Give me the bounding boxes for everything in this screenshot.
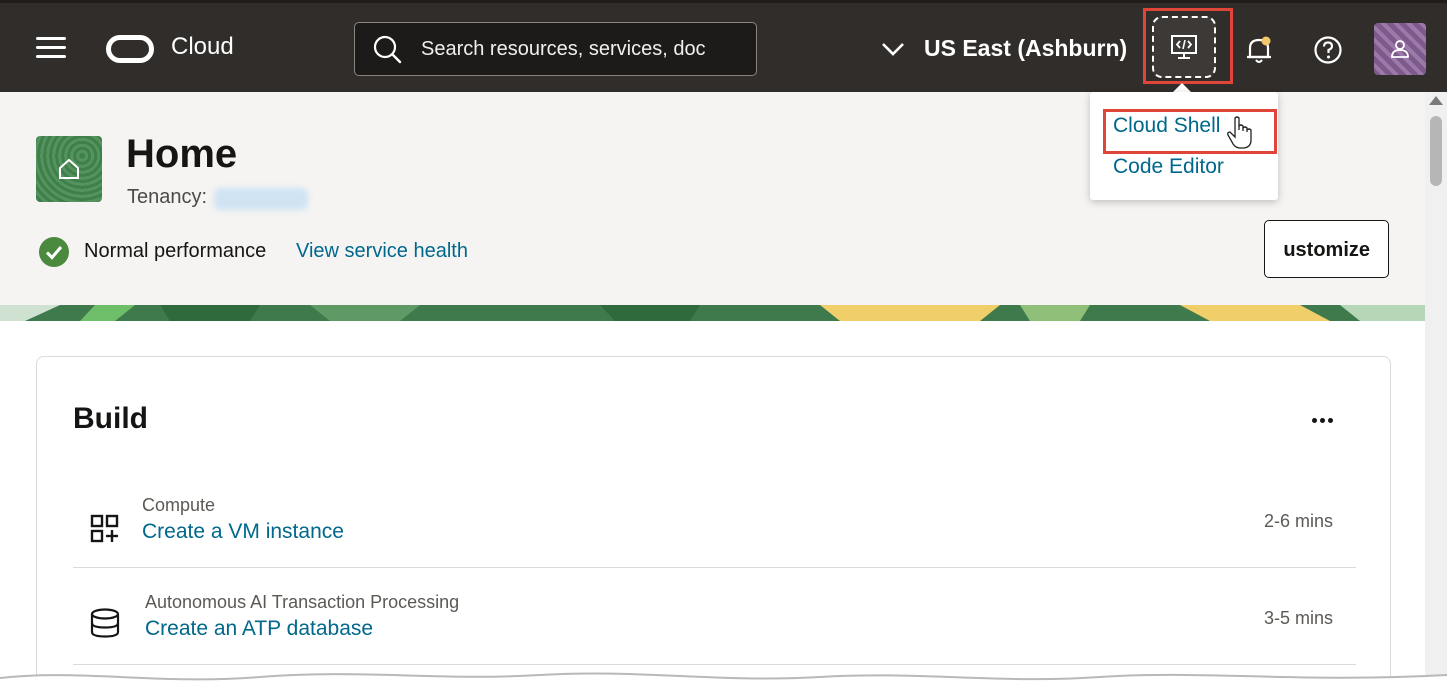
scrollbar-thumb[interactable] xyxy=(1430,116,1442,186)
code-monitor-icon xyxy=(1171,35,1197,59)
create-vm-instance-link[interactable]: Create a VM instance xyxy=(142,520,344,544)
search-icon xyxy=(373,35,402,64)
database-icon xyxy=(90,608,120,638)
help-icon[interactable] xyxy=(1313,35,1343,65)
torn-edge xyxy=(0,672,1447,690)
home-icon xyxy=(59,158,79,179)
tenancy-value-redacted xyxy=(214,188,308,210)
row-category: Autonomous AI Transaction Processing xyxy=(145,592,460,612)
create-atp-database-link[interactable]: Create an ATP database xyxy=(145,617,373,641)
view-service-health-link[interactable]: View service health xyxy=(296,240,468,263)
check-circle-icon xyxy=(39,237,69,267)
row-category: Compute xyxy=(142,495,216,515)
region-selector[interactable]: US East (Ashburn) xyxy=(880,35,1127,62)
user-avatar[interactable] xyxy=(1374,23,1426,75)
customize-button[interactable]: ustomize xyxy=(1264,220,1389,278)
menu-item-code-editor[interactable]: Code Editor xyxy=(1113,155,1224,179)
notifications-bell-icon[interactable] xyxy=(1244,34,1274,66)
scroll-up-arrow-icon[interactable] xyxy=(1429,96,1443,105)
user-icon xyxy=(1391,40,1409,58)
build-card-title: Build xyxy=(73,402,148,435)
tenancy-label: Tenancy: xyxy=(127,186,208,208)
row-duration: 2-6 mins xyxy=(1264,511,1334,531)
search-input[interactable] xyxy=(421,37,721,61)
region-label: US East (Ashburn) xyxy=(924,35,1128,61)
row-duration: 3-5 mins xyxy=(1264,608,1334,628)
hand-pointer-icon xyxy=(1227,116,1252,149)
chevron-down-icon xyxy=(882,42,904,56)
more-actions-icon[interactable] xyxy=(1312,410,1342,430)
row-divider xyxy=(73,567,1356,568)
brand-name[interactable]: Cloud xyxy=(171,33,234,61)
search-bar[interactable] xyxy=(354,22,757,76)
navigation-menu-icon[interactable] xyxy=(36,37,66,59)
page-title: Home xyxy=(126,132,238,176)
developer-tools-button[interactable] xyxy=(1152,16,1216,78)
oracle-logo-icon[interactable] xyxy=(106,35,154,63)
top-navigation-bar: Cloud US East (Ashburn) xyxy=(0,0,1447,92)
compute-icon xyxy=(90,514,119,543)
home-tile xyxy=(36,136,102,202)
service-status: Normal performance xyxy=(84,240,267,262)
decorative-banner xyxy=(0,305,1425,321)
